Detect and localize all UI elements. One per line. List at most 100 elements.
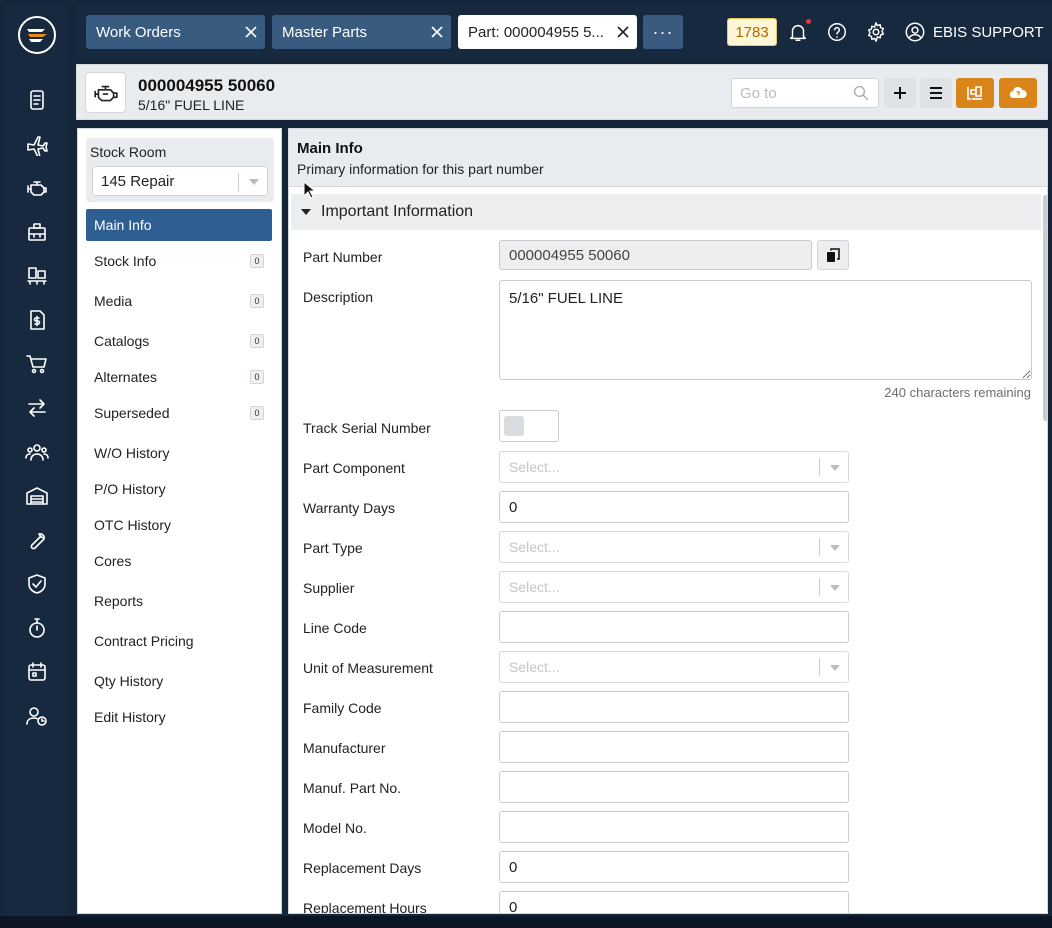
manufacturer-field[interactable] — [499, 731, 849, 763]
sidebar-item-reports[interactable]: Reports — [86, 585, 272, 617]
transfer-part-button[interactable] — [956, 78, 994, 108]
nav-label: Cores — [94, 553, 132, 569]
replacement-hours-field[interactable]: 0 — [499, 891, 849, 913]
sidebar-item-qty-history[interactable]: Qty History — [86, 665, 272, 697]
users-icon[interactable] — [23, 438, 51, 466]
tab-work-orders[interactable]: Work Orders — [86, 15, 265, 49]
engine-icon[interactable] — [23, 174, 51, 202]
nav-label: Stock Info — [94, 253, 157, 269]
sidebar-item-contract-pricing[interactable]: Contract Pricing — [86, 625, 272, 657]
part-description-subtitle: 5/16" FUEL LINE — [138, 97, 245, 113]
track-serial-toggle[interactable] — [499, 410, 559, 442]
plus-icon — [894, 87, 906, 99]
select-placeholder: Select... — [509, 579, 560, 595]
sidebar-item-edit-history[interactable]: Edit History — [86, 701, 272, 733]
part-side-panel: Stock Room 145 Repair Main Info Stock In… — [77, 128, 282, 914]
nav-label: Media — [94, 293, 133, 309]
cart-icon[interactable] — [23, 350, 51, 378]
inventory-icon[interactable] — [23, 262, 51, 290]
transfer-icon[interactable] — [23, 394, 51, 422]
sidebar-item-po-history[interactable]: P/O History — [86, 473, 272, 505]
garage-icon[interactable] — [23, 482, 51, 510]
part-component-select[interactable]: Select... — [499, 451, 849, 483]
goto-input[interactable] — [740, 84, 850, 102]
chevron-down-icon[interactable] — [249, 179, 259, 185]
gear-icon[interactable] — [863, 19, 889, 45]
search-icon[interactable] — [852, 84, 870, 102]
tab-master-parts[interactable]: Master Parts — [272, 15, 451, 49]
scrollbar[interactable] — [1043, 195, 1047, 421]
user-menu[interactable]: EBIS SUPPORT — [904, 18, 1044, 46]
user-circle-icon — [905, 22, 925, 42]
part-number-field[interactable]: 000004955 50060 — [499, 240, 812, 270]
sidebar-item-main-info[interactable]: Main Info — [86, 209, 272, 241]
calendar-icon[interactable] — [23, 658, 51, 686]
notification-counter-badge[interactable]: 1783 — [727, 18, 777, 46]
description-textarea[interactable]: 5/16" FUEL LINE — [499, 280, 1032, 380]
copy-button[interactable] — [817, 240, 849, 270]
manuf-part-no-label: Manuf. Part No. — [303, 780, 402, 796]
chevron-down-icon[interactable] — [830, 545, 840, 551]
select-separator — [819, 458, 820, 476]
stock-room-select[interactable]: 145 Repair — [92, 166, 268, 196]
sidebar-item-media[interactable]: Media 0 — [86, 285, 272, 317]
sidebar-item-wo-history[interactable]: W/O History — [86, 437, 272, 469]
invoice-dollar-icon[interactable] — [23, 306, 51, 334]
tab-part-detail[interactable]: Part: 000004955 5... — [458, 15, 637, 49]
main-info-header: Main Info Primary information for this p… — [289, 129, 1047, 187]
document-icon[interactable] — [23, 86, 51, 114]
part-type-label: Part Type — [303, 540, 363, 556]
line-code-label: Line Code — [303, 620, 367, 636]
nav-label: Qty History — [94, 673, 164, 689]
copy-icon — [826, 247, 840, 262]
bottom-bar — [0, 916, 1052, 928]
line-code-field[interactable] — [499, 611, 849, 643]
family-code-field[interactable] — [499, 691, 849, 723]
menu-button[interactable] — [920, 78, 952, 108]
model-no-field[interactable] — [499, 811, 849, 843]
manuf-part-no-field[interactable] — [499, 771, 849, 803]
unit-of-measurement-select[interactable]: Select... — [499, 651, 849, 683]
stock-room-box: Stock Room 145 Repair — [86, 138, 274, 202]
chevron-down-icon[interactable] — [830, 585, 840, 591]
model-no-label: Model No. — [303, 820, 367, 836]
airplane-icon[interactable] — [23, 130, 51, 158]
count-badge: 0 — [250, 254, 264, 268]
cloud-help-button[interactable] — [999, 78, 1037, 108]
close-icon[interactable] — [423, 15, 451, 49]
warranty-days-field[interactable]: 0 — [499, 491, 849, 523]
select-placeholder: Select... — [509, 539, 560, 555]
close-icon[interactable] — [609, 15, 637, 49]
sidebar-item-alternates[interactable]: Alternates 0 — [86, 361, 272, 393]
close-icon[interactable] — [237, 15, 265, 49]
part-type-select[interactable]: Select... — [499, 531, 849, 563]
count-badge: 0 — [250, 370, 264, 384]
sidebar-item-catalogs[interactable]: Catalogs 0 — [86, 325, 272, 357]
chevron-down-icon[interactable] — [830, 465, 840, 471]
manufacturer-label: Manufacturer — [303, 740, 386, 756]
wrench-icon[interactable] — [23, 526, 51, 554]
shield-check-icon[interactable] — [23, 570, 51, 598]
replacement-days-label: Replacement Days — [303, 860, 422, 876]
sidebar-item-stock-info[interactable]: Stock Info 0 — [86, 245, 272, 277]
sidebar-item-otc-history[interactable]: OTC History — [86, 509, 272, 541]
help-icon[interactable] — [824, 19, 850, 45]
track-serial-label: Track Serial Number — [303, 420, 431, 436]
chevron-down-icon[interactable] — [830, 665, 840, 671]
hand-truck-icon — [967, 86, 982, 100]
app-logo[interactable] — [18, 16, 56, 54]
bell-icon[interactable] — [785, 19, 811, 45]
stopwatch-icon[interactable] — [23, 614, 51, 642]
sidebar-item-cores[interactable]: Cores — [86, 545, 272, 577]
count-badge: 0 — [250, 406, 264, 420]
more-tabs-button[interactable]: ··· — [643, 15, 683, 49]
main-info-panel: Main Info Primary information for this p… — [288, 128, 1048, 914]
user-clock-icon[interactable] — [23, 702, 51, 730]
nav-label: Main Info — [94, 217, 152, 233]
important-information-section-toggle[interactable]: Important Information — [291, 194, 1041, 230]
replacement-days-field[interactable]: 0 — [499, 851, 849, 883]
supplier-select[interactable]: Select... — [499, 571, 849, 603]
add-button[interactable] — [884, 78, 916, 108]
sidebar-item-superseded[interactable]: Superseded 0 — [86, 397, 272, 429]
parts-box-icon[interactable] — [23, 218, 51, 246]
